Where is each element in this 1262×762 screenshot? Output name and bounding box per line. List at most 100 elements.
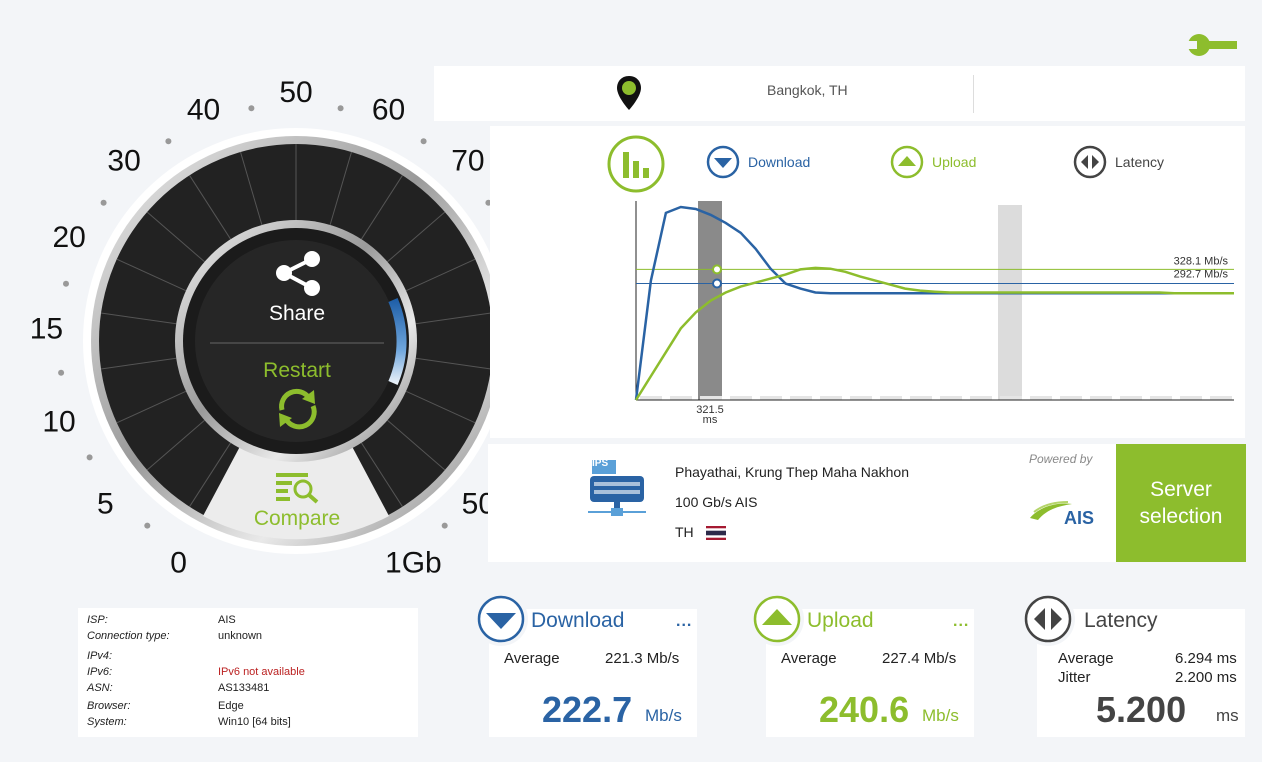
download-more-button[interactable]: ...: [676, 613, 692, 631]
gauge-minor-dot: [144, 522, 151, 529]
ips-label: IPS: [592, 458, 609, 469]
powered-by-label: Powered by: [1029, 452, 1093, 466]
server-button-line1: Server: [1150, 478, 1212, 501]
download-average-label: Average: [504, 650, 560, 667]
isp-row-value: unknown: [218, 630, 263, 642]
server-country: TH: [675, 524, 694, 540]
chart-baseline-block: [1030, 396, 1052, 400]
isp-row-value: AIS: [218, 614, 236, 626]
isp-row-key: Browser:: [87, 700, 131, 712]
gauge-minor-dot: [58, 369, 65, 376]
isp-row-key: Connection type:: [87, 630, 170, 642]
upload-unit: Mb/s: [922, 706, 959, 725]
chart-baseline-block: [910, 396, 932, 400]
chart-baseline-block: [640, 396, 662, 400]
upload-value: 240.6: [819, 689, 910, 730]
gauge-scale-label: 50: [279, 76, 312, 109]
download-unit: Mb/s: [645, 706, 682, 725]
isp-row-key: ISP:: [87, 614, 108, 626]
server-button-line2: selection: [1139, 505, 1223, 528]
map-pin-icon: [617, 76, 641, 110]
latency-jitter-label: Jitter: [1058, 669, 1091, 686]
chart-baseline-block: [850, 396, 872, 400]
series-line-upload: [634, 266, 1234, 401]
download-result-icon: [474, 592, 528, 646]
chart-baseline-block: [1120, 396, 1142, 400]
chart-baseline-block: [1060, 396, 1082, 400]
isp-row-key: IPv4:: [87, 650, 113, 662]
latency-jitter-value: 2.200 ms: [1175, 669, 1237, 686]
server-speed: 100 Gb/s AIS: [675, 494, 758, 510]
speed-chart: 328.1 Mb/s292.7 Mb/s321.5ms: [634, 201, 1234, 426]
latency-marker-bar: [998, 205, 1022, 400]
gauge-scale-label: 5: [97, 488, 114, 521]
gauge-minor-dot: [248, 105, 255, 112]
server-panel: IPS Phayathai, Krung Thep Maha Nakhon 10…: [488, 444, 1118, 562]
upload-more-button[interactable]: ...: [953, 613, 969, 631]
chart-baseline-block: [970, 396, 992, 400]
server-location: Phayathai, Krung Thep Maha Nakhon: [675, 464, 910, 480]
latency-result-icon: [1021, 592, 1075, 646]
chart-baseline-block: [1210, 396, 1232, 400]
upload-average-value: 227.4 Mb/s: [882, 650, 957, 667]
chart-baseline-block: [1180, 396, 1202, 400]
thailand-flag-icon: [706, 526, 726, 540]
gauge-scale-label: 20: [53, 221, 86, 254]
latency-unit: ms: [1216, 706, 1239, 725]
gauge-scale-label: 1Gb: [385, 547, 442, 580]
isp-row-key: IPv6:: [87, 666, 113, 678]
chart-baseline-block: [1090, 396, 1112, 400]
gauge-minor-dot: [441, 522, 448, 529]
download-average-value: 221.3 Mb/s: [605, 650, 680, 667]
series-line-download: [634, 205, 1234, 401]
isp-info-panel: ISP: AIS Connection type: unknown IPv4: IPv6:…: [78, 608, 418, 737]
download-value: 222.7: [542, 689, 633, 730]
isp-row-value: Edge: [218, 700, 244, 712]
isp-row-key: ASN:: [87, 682, 113, 694]
compare-button[interactable]: Compare: [254, 507, 340, 530]
isp-row-value: Win10 [64 bits]: [218, 716, 291, 728]
gauge-minor-dot: [165, 138, 172, 145]
latency-result-title: Latency: [1084, 609, 1158, 632]
gauge-minor-dot: [420, 138, 427, 145]
latency-average-label: Average: [1058, 650, 1114, 667]
share-button[interactable]: Share: [269, 302, 325, 325]
download-marker-point: [712, 278, 722, 289]
gauge-scale-label: 60: [372, 94, 405, 127]
latency-value: 5.200: [1096, 689, 1187, 730]
gauge-minor-dot: [100, 199, 107, 206]
restart-button[interactable]: Restart: [263, 359, 331, 382]
upload-result-icon: [750, 592, 804, 646]
ais-logo-text: AIS: [1064, 508, 1095, 528]
chart-baseline-block: [790, 396, 812, 400]
upload-average-label: Average: [781, 650, 837, 667]
isp-row-value: IPv6 not available: [218, 666, 305, 678]
gauge-scale-label: 30: [107, 144, 140, 177]
gauge-scale-label: 10: [42, 406, 75, 439]
gauge-scale-label: 40: [187, 94, 220, 127]
wrench-icon[interactable]: [1186, 31, 1238, 59]
location-text: Bangkok, TH: [767, 82, 848, 98]
gauge-scale-label: 70: [451, 144, 484, 177]
upload-marker-point: [712, 264, 722, 275]
chart-baseline-block: [700, 396, 722, 400]
graph-panel: Download Upload Latency 328.1 Mb/s 292.7 …: [490, 126, 1245, 438]
chart-annotation: 292.7 Mb/s: [1174, 269, 1229, 281]
upload-result-title: Upload: [807, 609, 874, 632]
chart-baseline-block: [940, 396, 962, 400]
gauge-minor-dot: [63, 280, 69, 287]
download-result-title: Download: [531, 609, 625, 632]
chart-annotation: 328.1 Mb/s: [1174, 255, 1229, 267]
divider: [973, 75, 974, 113]
isp-row-value: AS133481: [218, 682, 270, 694]
chart-baseline-block: [760, 396, 782, 400]
chart-baseline-block: [880, 396, 902, 400]
isp-row-key: System:: [87, 716, 127, 728]
chart-baseline-block: [820, 396, 842, 400]
server-selection-button[interactable]: Server selection: [1116, 444, 1246, 562]
chart-baseline-block: [670, 396, 692, 400]
chart-baseline-block: [1150, 396, 1172, 400]
gauge-scale-label: 15: [30, 312, 63, 345]
gauge-minor-dot: [337, 105, 344, 112]
chart-baseline-block: [730, 396, 752, 400]
